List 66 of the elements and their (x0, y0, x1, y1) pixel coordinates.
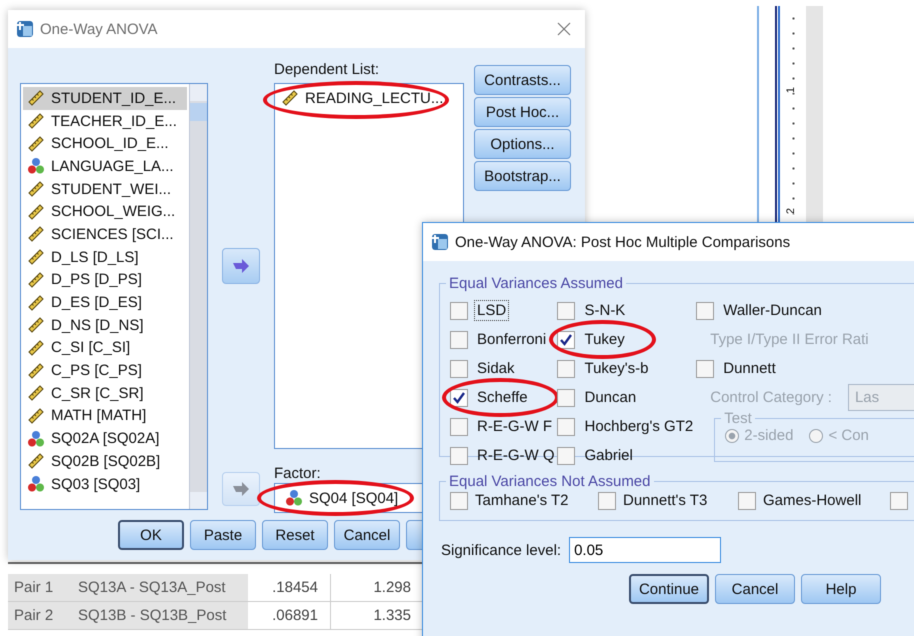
checkbox-label[interactable]: Dunnett's T3 (620, 490, 710, 511)
dialog-button[interactable]: Contrasts... (474, 65, 571, 95)
checkbox-label[interactable]: Hochberg's GT2 (581, 416, 696, 437)
checkbox-label[interactable]: Games-Howell (760, 490, 864, 511)
ruler-number: 2 (785, 208, 798, 214)
variable-item[interactable]: TEACHER_ID_E... (23, 110, 187, 132)
dialog-button[interactable]: Continue (629, 574, 709, 604)
checkbox-label[interactable]: Bonferroni (474, 329, 550, 350)
checkbox-label[interactable]: R-E-G-W F (474, 416, 555, 437)
checkbox-label[interactable]: Tukey (581, 329, 628, 350)
table-cell: SQ13A - SQ13A_Post (78, 574, 248, 601)
dialog-button[interactable]: Reset (262, 520, 328, 550)
dialog-button[interactable]: Help (801, 574, 881, 604)
dialog-button[interactable]: Post Hoc... (474, 97, 571, 127)
table-cell: Pair 1 (8, 574, 78, 601)
checkbox-label[interactable]: Sidak (474, 358, 518, 379)
table-cell: Pair 2 (8, 602, 78, 629)
field-label: Control Category : (710, 389, 832, 406)
variable-item[interactable]: LANGUAGE_LA... (23, 155, 187, 178)
variable-item[interactable]: C_PS [C_PS] (23, 359, 187, 382)
ruler-number: 1 (785, 86, 798, 94)
window-title: One-Way ANOVA: Post Hoc Multiple Comparisons (455, 234, 790, 250)
group-title: Test (723, 410, 753, 427)
table-cell-text: .18454 (271, 578, 319, 598)
significance-field[interactable]: 0.05 (569, 537, 722, 563)
checkbox-label[interactable]: Gabriel (581, 445, 636, 466)
table-cell: SQ13B - SQ13B_Post (78, 602, 248, 629)
hint-text: Type I/Type II Error Rati (710, 331, 869, 348)
checkbox-label[interactable]: S-N-K (581, 300, 628, 321)
table-cell: 1.298 (330, 574, 411, 601)
variable-item[interactable]: D_ES [D_ES] (23, 291, 187, 314)
checkbox-label[interactable]: R-E-G-W Q (474, 445, 558, 466)
variable-item[interactable]: SCHOOL_ID_E... (23, 132, 187, 156)
variable-item[interactable]: SCHOOL_WEIG... (23, 200, 187, 224)
dialog-button[interactable]: Paste (190, 520, 256, 550)
variable-item[interactable]: SQ02B [SQ02B] (23, 450, 187, 473)
field-label: Dependent List: (274, 61, 380, 79)
dialog-button[interactable]: Cancel (715, 574, 795, 604)
field-label: Significance level: (441, 542, 562, 558)
dialog-button[interactable]: Bootstrap... (474, 161, 571, 191)
factor-value: SQ04 [SQ04] (309, 490, 398, 506)
checkbox-label[interactable]: LSD (474, 300, 510, 321)
variable-item[interactable]: D_LS [D_LS] (23, 246, 187, 268)
variable-item[interactable]: READING_LECTU... (277, 87, 444, 110)
checkbox-label[interactable]: Tukey's-b (581, 358, 652, 379)
checkbox-label[interactable]: Dunnett (720, 358, 779, 379)
variable-item[interactable]: C_SR [C_SR] (23, 382, 187, 405)
dialog-button[interactable]: Cancel (334, 520, 400, 550)
checkbox-label[interactable]: Duncan (581, 387, 640, 408)
variable-item[interactable]: SQ02A [SQ02A] (23, 427, 187, 450)
dialog-button[interactable]: Options... (474, 129, 571, 159)
variable-item[interactable]: D_PS [D_PS] (23, 268, 187, 292)
checkbox-label[interactable]: Scheffe (474, 387, 531, 408)
variable-item[interactable]: MATH [MATH] (23, 404, 187, 428)
variable-item[interactable]: SCIENCES [SCI... (23, 223, 187, 246)
variable-item[interactable]: SQ03 [SQ03] (23, 472, 187, 496)
table-cell-text: .06891 (271, 606, 319, 626)
variable-item[interactable]: C_SI [C_SI] (23, 336, 187, 360)
table-cell: 1.335 (330, 602, 411, 629)
dialog-button[interactable]: OK (118, 520, 184, 550)
window-title: One-Way ANOVA (40, 20, 158, 38)
variable-item[interactable]: STUDENT_WEI... (23, 178, 187, 200)
variable-item[interactable]: STUDENT_ID_E... (23, 87, 187, 110)
variable-item[interactable]: D_NS [D_NS] (23, 314, 187, 337)
checkbox-label[interactable]: Waller-Duncan (720, 300, 825, 321)
group-title: Equal Variances Assumed (448, 275, 624, 292)
